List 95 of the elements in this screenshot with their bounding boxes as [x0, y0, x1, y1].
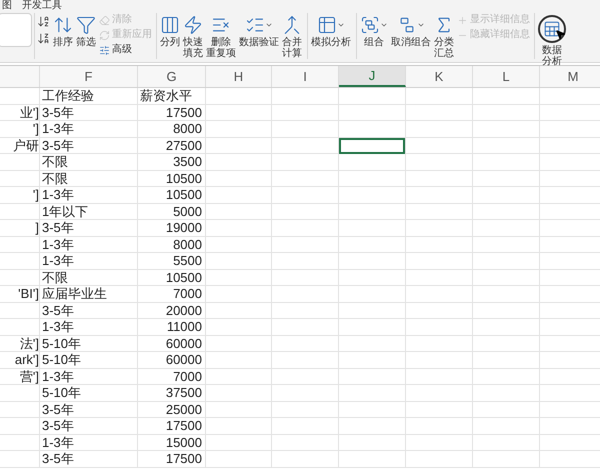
sort-icon: [53, 15, 73, 35]
table-cell: ark']: [14, 352, 39, 368]
eraser-icon: [99, 14, 110, 26]
table-cell: 37500: [166, 385, 202, 400]
selected-cell[interactable]: [339, 138, 405, 154]
table-cell: 8000: [173, 121, 202, 136]
column-header[interactable]: K: [406, 66, 473, 87]
table-cell: 业']: [20, 104, 39, 120]
table-cell: 营']: [20, 368, 39, 384]
table-cell: 5-10年: [42, 385, 82, 400]
table-cell: 3-5年: [42, 138, 74, 153]
ribbon-button[interactable]: 合并 计算: [281, 13, 303, 59]
table-cell: 20000: [166, 302, 202, 318]
caret-icon: [417, 21, 425, 29]
ribbon-button[interactable]: 删除 重复项: [205, 13, 237, 59]
column-header[interactable]: H: [206, 66, 272, 87]
table-cell: 10500: [166, 170, 202, 186]
table-cell: ]: [35, 220, 39, 236]
sliders-icon: [99, 44, 110, 56]
cursor-icon: [555, 29, 566, 40]
table-cell: 11000: [166, 319, 202, 334]
table-cell: 5500: [173, 253, 202, 268]
table-cell: 60000: [166, 336, 202, 351]
table-cell: 17500: [166, 451, 202, 466]
table-cell: 工作经验: [42, 88, 94, 104]
menu-tab[interactable]: 图: [2, 0, 12, 11]
table-cell: 1-3年: [42, 319, 74, 334]
ribbon-button[interactable]: 数据验证: [238, 13, 280, 48]
ribbon-button[interactable]: 排序: [52, 13, 74, 48]
table-cell: 1-3年: [42, 253, 74, 268]
table-cell: 'BI']: [18, 286, 39, 302]
table-cell: 19000: [166, 220, 202, 236]
table-cell: 25000: [166, 402, 202, 417]
table-cell: 应届毕业生: [42, 286, 107, 302]
group-icon: [360, 15, 380, 35]
table-cell: 法']: [20, 336, 39, 351]
column-header[interactable]: M: [540, 66, 600, 87]
table-cell: 1-3年: [42, 187, 74, 202]
table-cell: 1-3年: [42, 236, 74, 252]
table-cell: 3500: [173, 154, 202, 170]
table-cell: 17500: [166, 104, 202, 120]
ribbon-button[interactable]: 筛选: [75, 13, 97, 48]
table-cell: 15000: [166, 434, 202, 450]
ribbon-button[interactable]: 模拟分析: [310, 13, 352, 48]
table-cell: 1-3年: [42, 434, 74, 450]
ribbon-button[interactable]: 组合: [359, 13, 389, 48]
table-cell: 7000: [173, 368, 202, 384]
ribbon-button[interactable]: 分列: [159, 13, 181, 48]
table-cell: 5-10年: [42, 336, 82, 351]
column-header[interactable]: F: [40, 66, 138, 87]
table-cell: 5-10年: [42, 352, 82, 368]
caret-icon: [337, 21, 345, 29]
table-cell: 3-5年: [42, 402, 74, 417]
table-cell: 不限: [42, 154, 68, 170]
table-cell: 17500: [166, 418, 202, 434]
column-header[interactable]: L: [473, 66, 540, 87]
sort-ascending-icon[interactable]: [37, 15, 50, 28]
table-cell: 1年以下: [42, 204, 88, 219]
table-cell: ']: [32, 121, 39, 136]
refresh-icon: [99, 30, 110, 40]
table-cell: 3-5年: [42, 104, 74, 120]
table-cell: 60000: [166, 352, 202, 368]
table-cell: 1-3年: [42, 368, 74, 384]
table-cell: 薪资水平: [140, 88, 192, 104]
columns-icon: [160, 15, 180, 35]
table-cell: 8000: [173, 236, 202, 252]
table-cell: 不限: [42, 270, 68, 285]
table-cell: 3-5年: [42, 302, 74, 318]
table-cell: 1-3年: [42, 121, 74, 136]
column-header[interactable]: G: [138, 66, 206, 87]
lightning-icon: [183, 15, 203, 35]
menu-tab[interactable]: 开发工具: [22, 0, 62, 11]
table-cell: ']: [32, 187, 39, 202]
table-cell: 5000: [173, 204, 202, 219]
ribbon-button[interactable]: 分类 汇总: [433, 13, 455, 59]
merge-icon: [282, 15, 302, 35]
table-cell: 3-5年: [42, 220, 74, 236]
caret-icon: [380, 21, 388, 29]
funnel-icon: [76, 15, 96, 35]
table-cell: 7000: [173, 286, 202, 302]
table-cell: 不限: [42, 170, 68, 186]
table-cell: 3-5年: [42, 451, 74, 466]
column-header[interactable]: J: [339, 66, 406, 87]
table-cell: 10500: [166, 187, 202, 202]
ribbon-button[interactable]: 快速 填充: [182, 13, 204, 59]
plus-icon: [457, 14, 468, 26]
table-cell: 27500: [166, 138, 202, 153]
table-icon: [317, 15, 337, 35]
caret-icon: [265, 21, 273, 29]
ribbon-button[interactable]: 取消组合: [390, 13, 432, 48]
table-cell: 3-5年: [42, 418, 74, 434]
table-cell: 10500: [166, 270, 202, 285]
sort-descending-icon[interactable]: [37, 32, 50, 45]
ribbon-small-button[interactable]: 高级: [99, 44, 152, 56]
table-cell: 户研: [13, 138, 39, 153]
